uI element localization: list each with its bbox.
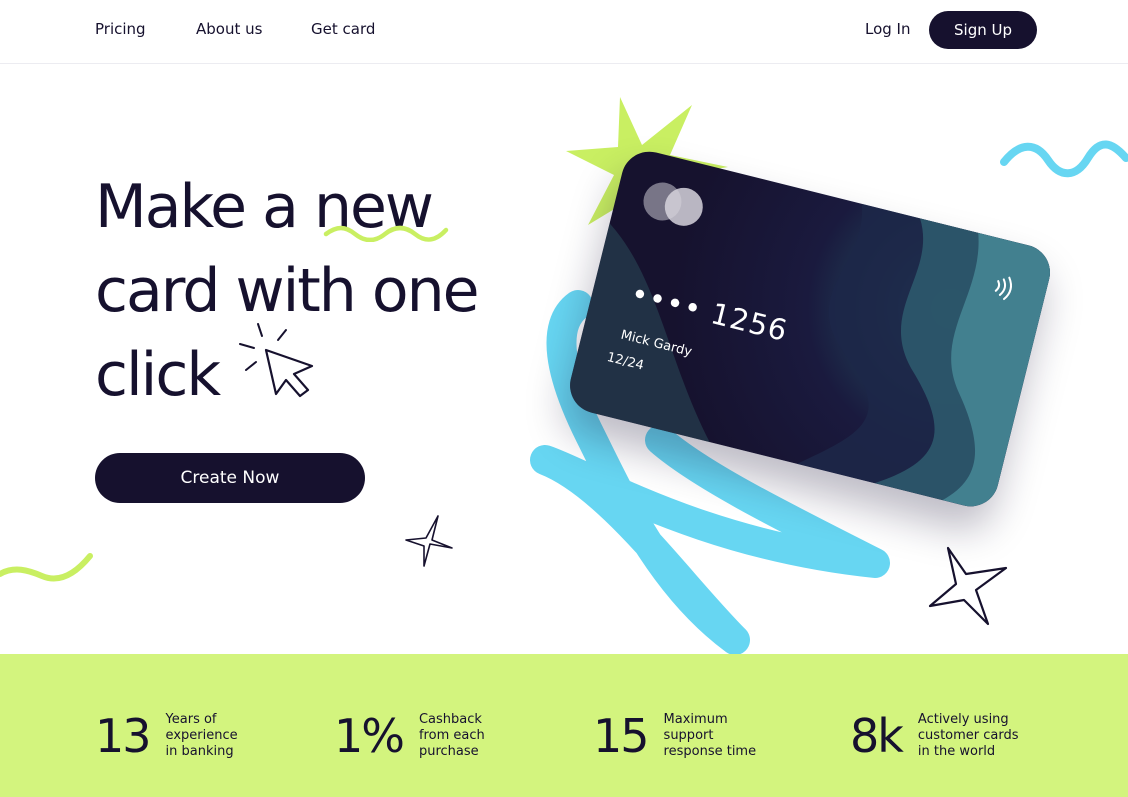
stat-item: 13 Years of experience in banking [95, 710, 306, 762]
cursor-click-icon [239, 323, 314, 398]
stat-value: 1% [334, 709, 405, 763]
cyan-wave-decoration [1000, 140, 1128, 178]
stat-value: 15 [593, 709, 650, 763]
star-outline-icon [928, 546, 1008, 626]
nav-link-pricing[interactable]: Pricing [95, 20, 146, 38]
stats-band: 13 Years of experience in banking 1% Cas… [0, 654, 1128, 797]
stat-value: 13 [95, 709, 152, 763]
signup-button[interactable]: Sign Up [929, 11, 1037, 49]
stat-description: Actively using customer cards in the wor… [917, 712, 1019, 759]
stat-item: 1% Cashback from each purchase [334, 710, 559, 762]
nav-link-get-card[interactable]: Get card [311, 20, 375, 38]
create-now-button[interactable]: Create Now [95, 453, 365, 503]
login-link[interactable]: Log In [865, 20, 911, 38]
hero-title-line-1: Make a new [95, 172, 434, 242]
stat-description: Cashback from each purchase [418, 712, 485, 759]
underline-squiggle-icon [323, 225, 449, 242]
lime-wave-decoration [0, 553, 93, 582]
stat-description: Maximum support response time [663, 712, 757, 759]
hero-title-line-2: card with one [95, 256, 480, 326]
stat-description: Years of experience in banking [165, 712, 238, 759]
stat-item: 8k Actively using customer cards in the … [850, 710, 1058, 762]
site-header: Pricing About us Get card Log In Sign Up [0, 0, 1128, 64]
stat-item: 15 Maximum support response time [593, 710, 804, 762]
stat-value: 8k [850, 709, 904, 763]
nav-link-about-us[interactable]: About us [196, 20, 262, 38]
sparkle-star-icon [405, 515, 453, 567]
